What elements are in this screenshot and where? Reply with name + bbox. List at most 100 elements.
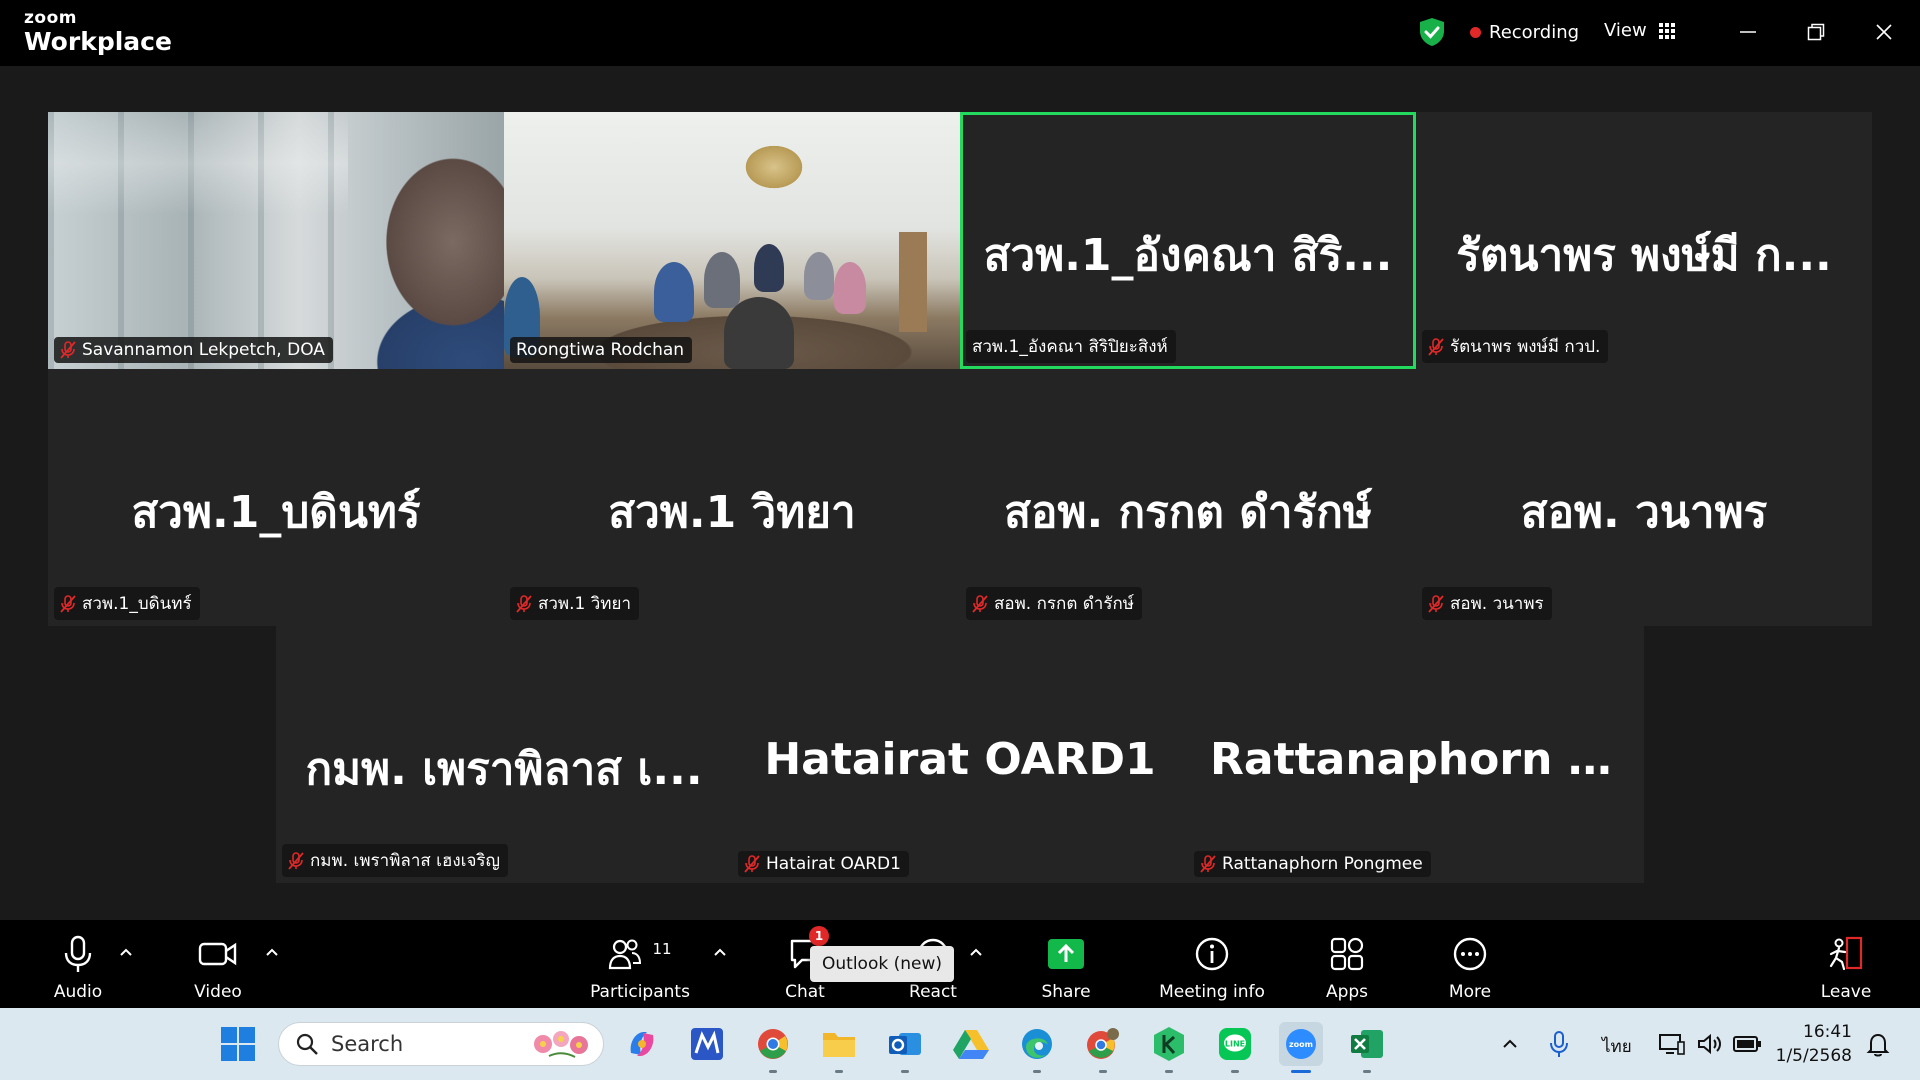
brand-small: zoom [24, 8, 77, 28]
participant-tile-8[interactable]: สอพ. วนาพร สอพ. วนาพร [1416, 369, 1872, 626]
info-icon [1195, 937, 1229, 971]
tray-microphone-icon[interactable] [1548, 1030, 1570, 1058]
more-button[interactable]: More [1442, 920, 1498, 1008]
participant-tile-4[interactable]: รัตนาพร พงษ์มี ก... รัตนาพร พงษ์มี กวป. [1416, 112, 1872, 369]
taskbar-zoom[interactable]: zoom [1279, 1022, 1323, 1073]
more-ellipsis-icon [1453, 937, 1487, 971]
participant-name-label: Roongtiwa Rodchan [510, 337, 693, 363]
participant-video-feed [48, 112, 504, 369]
recording-indicator[interactable]: Recording [1470, 22, 1579, 43]
share-label: Share [1041, 982, 1091, 1002]
input-language[interactable]: ไทย [1602, 1033, 1632, 1060]
participant-label-text: สวพ.1_บดินทร์ [82, 594, 192, 614]
participant-tile-6[interactable]: สวพ.1 วิทยา สวพ.1 วิทยา [504, 369, 960, 626]
participant-display-name: สวพ.1_บดินทร์ [131, 487, 421, 538]
taskbar-file-explorer[interactable] [817, 1022, 861, 1073]
participant-tile-10[interactable]: Hatairat OARD1 Hatairat OARD1 [732, 626, 1188, 883]
minimize-button[interactable] [1728, 14, 1768, 50]
zoom-app-icon: zoom [1286, 1029, 1316, 1059]
leave-button[interactable]: Leave [1818, 920, 1874, 1008]
muted-microphone-icon [288, 851, 304, 870]
muted-microphone-icon [1200, 855, 1216, 873]
video-camera-icon [198, 942, 237, 966]
folder-icon [823, 1033, 855, 1057]
excel-icon [1351, 1030, 1383, 1058]
taskbar-line[interactable]: LINE [1213, 1022, 1257, 1073]
video-button[interactable]: Video [184, 920, 252, 1008]
taskbar-excel[interactable] [1345, 1022, 1389, 1073]
participant-name-label: รัตนาพร พงษ์มี กวป. [1422, 330, 1609, 363]
participants-count: 11 [652, 940, 672, 958]
apps-label: Apps [1325, 982, 1369, 1002]
taskbar-chrome[interactable] [751, 1022, 795, 1073]
participants-button[interactable]: 11 Participants [588, 920, 692, 1008]
chat-label: Chat [785, 982, 825, 1002]
participant-name-label: สอพ. กรกต ดำรักษ์ [966, 587, 1142, 620]
muted-microphone-icon [972, 594, 988, 613]
taskbar-outlook[interactable] [883, 1022, 927, 1073]
view-button[interactable]: View [1604, 20, 1675, 41]
svg-text:LINE: LINE [1225, 1040, 1245, 1049]
audio-button[interactable]: Audio [44, 920, 112, 1008]
shield-check-icon[interactable] [1419, 17, 1445, 47]
participant-video-feed [504, 112, 960, 369]
participant-label-text: สวพ.1_อังคณา สิริปิยะสิงห์ [972, 337, 1168, 357]
participant-display-name: กมพ. เพราพิลาส เ... [305, 744, 703, 795]
taskbar-app-m[interactable] [685, 1022, 729, 1066]
participant-tile-11[interactable]: Rattanaphorn P... Rattanaphorn Pongmee [1188, 626, 1644, 883]
volume-icon[interactable] [1696, 1032, 1724, 1056]
chrome-profile-icon [1087, 1028, 1119, 1059]
participant-name-label: สวพ.1_อังคณา สิริปิยะสิงห์ [966, 330, 1176, 363]
taskbar-google-drive[interactable] [949, 1022, 993, 1066]
participant-label-text: Roongtiwa Rodchan [516, 340, 685, 360]
leave-door-icon [1829, 936, 1863, 971]
tray-overflow-chevron-up-icon[interactable] [1500, 1034, 1520, 1054]
recording-dot-icon [1470, 27, 1481, 38]
clock-time[interactable]: 16:41 [1782, 1022, 1852, 1042]
participant-tile-7[interactable]: สอพ. กรกต ดำรักษ์ สอพ. กรกต ดำรักษ์ [960, 369, 1416, 626]
meeting-info-button[interactable]: Meeting info [1156, 920, 1268, 1008]
network-icon[interactable] [1658, 1032, 1686, 1056]
battery-icon[interactable] [1732, 1034, 1762, 1054]
participant-display-name: สอพ. กรกต ดำรักษ์ [1004, 487, 1372, 538]
meeting-info-label: Meeting info [1159, 982, 1265, 1002]
participant-tile-2[interactable]: Roongtiwa Rodchan [504, 112, 960, 369]
clock-date[interactable]: 1/5/2568 [1772, 1046, 1852, 1066]
video-label: Video [194, 982, 242, 1002]
zoom-logo: zoom Workplace [24, 8, 172, 55]
participant-label-text: สวพ.1 วิทยา [538, 594, 632, 614]
participant-display-name: Rattanaphorn P... [1210, 734, 1643, 785]
search-label: Search [331, 1032, 404, 1056]
share-button[interactable]: Share [1036, 920, 1096, 1008]
participants-options-chevron-up-icon[interactable] [710, 942, 730, 962]
participant-name-label: สวพ.1_บดินทร์ [54, 587, 200, 620]
participant-label-text: กมพ. เพราพิลาส เฮงเจริญ [310, 851, 501, 871]
close-button[interactable] [1864, 14, 1904, 50]
taskbar-chrome-profile[interactable] [1081, 1022, 1125, 1073]
notification-bell-icon[interactable] [1866, 1032, 1890, 1058]
audio-label: Audio [53, 982, 103, 1002]
taskbar-search[interactable]: Search [278, 1022, 604, 1066]
copilot-icon [630, 1032, 654, 1056]
restore-button[interactable] [1796, 14, 1836, 50]
taskbar-copilot[interactable] [620, 1022, 664, 1066]
participant-label-text: Rattanaphorn Pongmee [1222, 854, 1423, 874]
participant-name-label: Rattanaphorn Pongmee [1194, 851, 1431, 877]
audio-options-chevron-up-icon[interactable] [116, 942, 136, 962]
participant-display-name: รัตนาพร พงษ์มี ก... [1456, 230, 1832, 281]
participant-tile-9[interactable]: กมพ. เพราพิลาส เ... กมพ. เพราพิลาส เฮงเจร… [276, 626, 732, 883]
chat-badge: 1 [809, 926, 829, 946]
taskbar-kaspersky[interactable] [1147, 1022, 1191, 1073]
start-button[interactable] [216, 1022, 260, 1066]
participant-tile-5[interactable]: สวพ.1_บดินทร์ สวพ.1_บดินทร์ [48, 369, 504, 626]
participant-tile-1[interactable]: Savannamon Lekpetch, DOA [48, 112, 504, 369]
apps-button[interactable]: Apps [1318, 920, 1376, 1008]
participant-label-text: สอพ. วนาพร [1450, 594, 1544, 614]
app-m-icon [691, 1028, 723, 1060]
participant-tile-3[interactable]: สวพ.1_อังคณา สิริ... สวพ.1_อังคณา สิริปิย… [960, 112, 1416, 369]
react-options-chevron-up-icon[interactable] [966, 942, 986, 962]
video-options-chevron-up-icon[interactable] [262, 942, 282, 962]
microphone-icon [64, 935, 92, 972]
participant-name-label: สวพ.1 วิทยา [510, 587, 640, 620]
taskbar-edge[interactable] [1015, 1022, 1059, 1073]
